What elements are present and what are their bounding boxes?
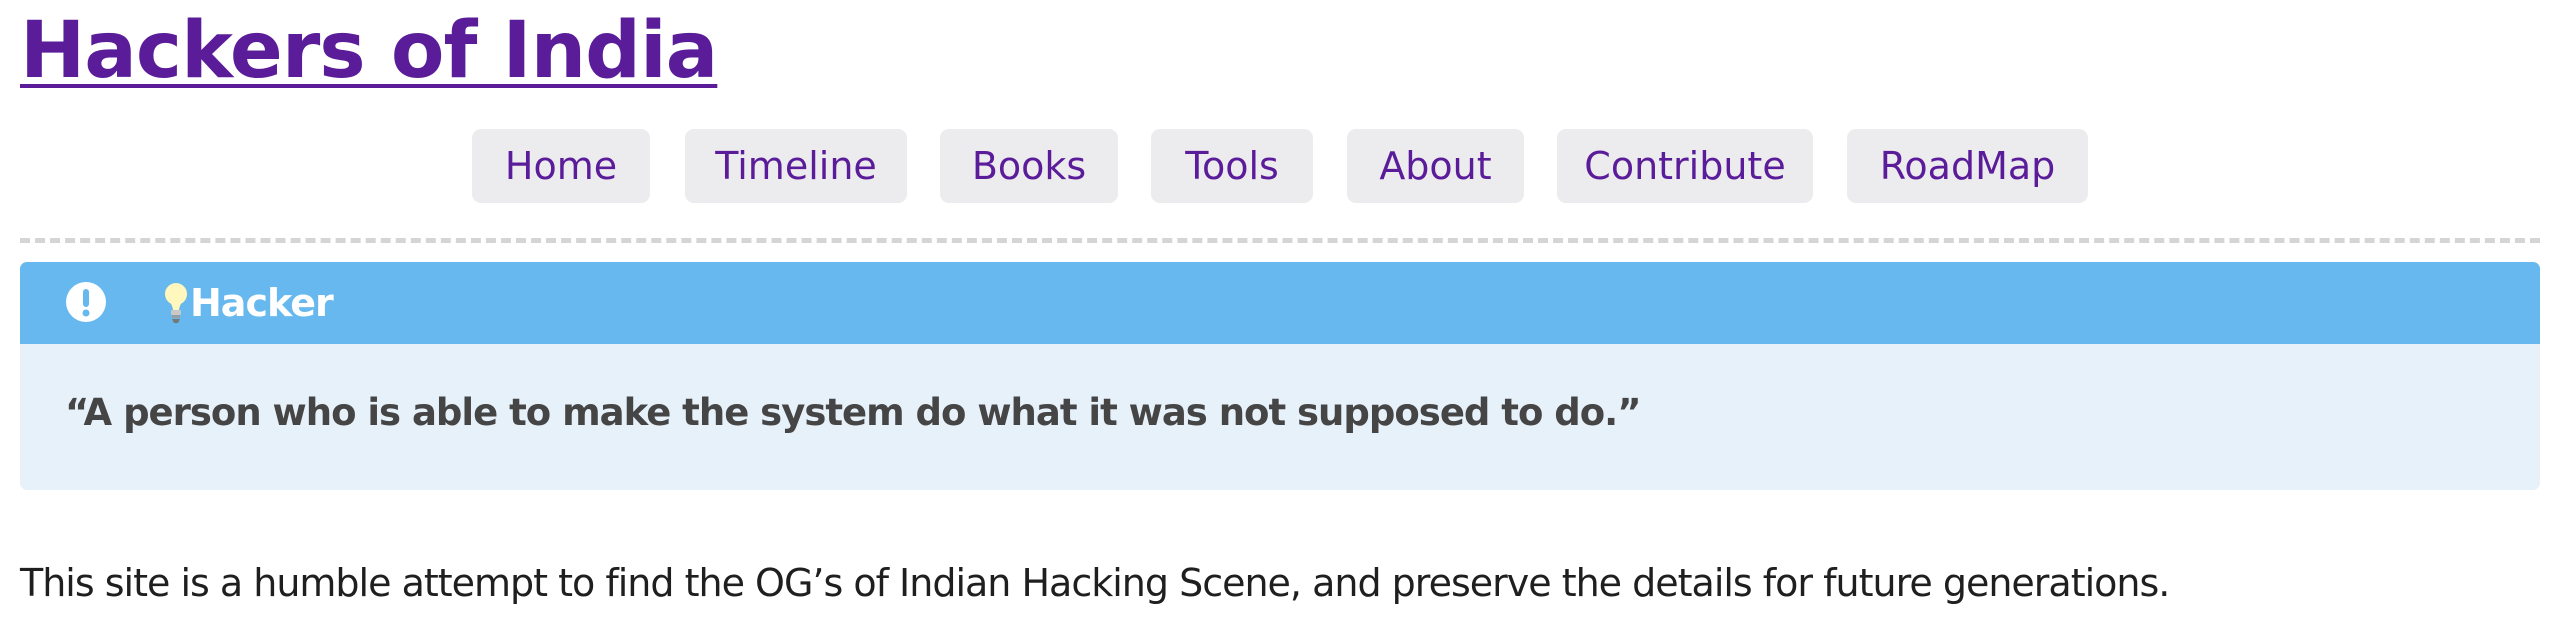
nav-books-link[interactable]: Books — [940, 129, 1118, 203]
main-navigation: Home Timeline Books Tools About Contribu… — [0, 129, 2560, 205]
hacker-quote: “A person who is able to make the system… — [65, 391, 1642, 434]
nav-roadmap-link[interactable]: RoadMap — [1847, 129, 2088, 203]
nav-contribute-link[interactable]: Contribute — [1557, 129, 1813, 203]
lightbulb-icon — [160, 280, 192, 324]
callout-header: Hacker — [20, 262, 2540, 344]
dashed-divider — [20, 238, 2540, 243]
callout-title: Hacker — [190, 281, 334, 325]
nav-home-link[interactable]: Home — [472, 129, 650, 203]
page: Hackers of India Home Timeline Books Too… — [0, 0, 2560, 638]
site-intro-text: This site is a humble attempt to find th… — [20, 561, 2170, 605]
nav-timeline-link[interactable]: Timeline — [685, 129, 907, 203]
hacker-definition-callout: Hacker “A person who is able to make the… — [20, 262, 2540, 490]
nav-about-link[interactable]: About — [1347, 129, 1524, 203]
nav-tools-link[interactable]: Tools — [1151, 129, 1313, 203]
site-title-link[interactable]: Hackers of India — [20, 6, 718, 96]
site-title: Hackers of India — [20, 6, 718, 96]
exclamation-circle-icon — [65, 281, 107, 323]
